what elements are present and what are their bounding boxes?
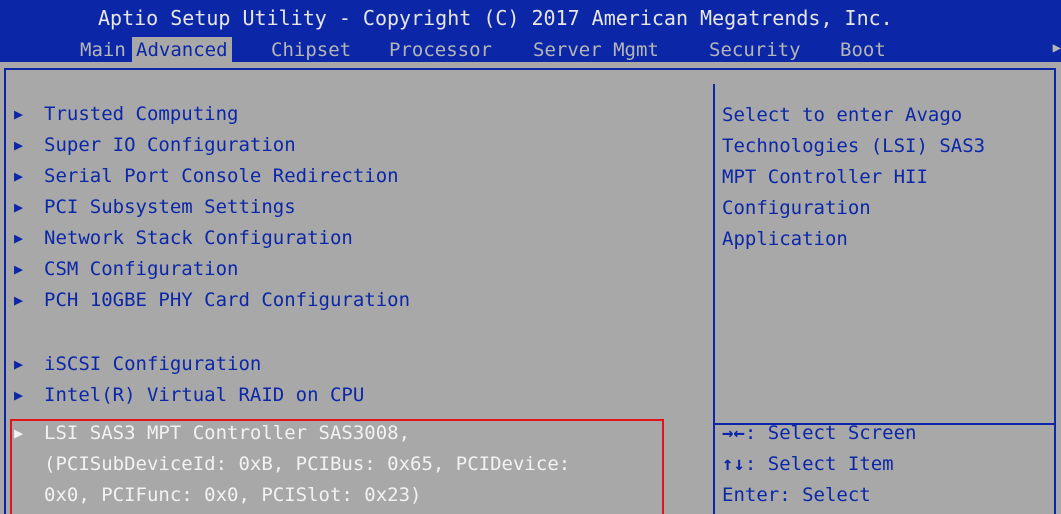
up-down-arrows-icon: ↑↓ <box>722 453 745 475</box>
menu-item-label: Serial Port Console Redirection <box>44 165 399 187</box>
menu-item-label: Trusted Computing <box>44 103 239 125</box>
help-text-line: Technologies (LSI) SAS3 <box>722 135 986 157</box>
tab-bar: Main Advanced Chipset Processor Server M… <box>0 37 1061 63</box>
menu-item-csm[interactable]: ▶ CSM Configuration <box>14 255 238 283</box>
menu-item-pch-10gbe[interactable]: ▶ PCH 10GBE PHY Card Configuration <box>14 286 410 314</box>
key-hint-text: : Select Item <box>744 453 894 475</box>
key-hint-enter: Enter: Select <box>722 480 871 511</box>
help-text-line: Configuration <box>722 197 871 219</box>
submenu-arrow-icon: ▶ <box>14 260 24 278</box>
header-bar: Aptio Setup Utility - Copyright (C) 2017… <box>0 0 1061 63</box>
menu-item-label: Network Stack Configuration <box>44 227 353 249</box>
menu-item-pci-subsystem[interactable]: ▶ PCI Subsystem Settings <box>14 193 296 221</box>
submenu-arrow-icon: ▶ <box>14 291 24 309</box>
key-hint-select-item: ↑↓: Select Item <box>722 449 894 480</box>
menu-item-iscsi[interactable]: ▶ iSCSI Configuration <box>14 350 261 378</box>
menu-item-label: iSCSI Configuration <box>44 353 262 375</box>
tab-advanced[interactable]: Advanced <box>132 37 232 63</box>
menu-item-label: PCI Subsystem Settings <box>44 196 296 218</box>
submenu-arrow-icon: ▶ <box>14 167 24 185</box>
submenu-arrow-icon: ▶ <box>14 424 24 442</box>
selected-item-line-2[interactable]: (PCISubDeviceId: 0xB, PCIBus: 0x65, PCID… <box>44 449 570 480</box>
key-hint-text: : Select Screen <box>744 422 917 444</box>
selected-item-line-1[interactable]: ▶ LSI SAS3 MPT Controller SAS3008, <box>14 418 410 449</box>
help-text-line: MPT Controller HII <box>722 166 928 188</box>
enter-key-label: Enter <box>722 484 780 506</box>
submenu-arrow-icon: ▶ <box>14 105 24 123</box>
tab-main[interactable]: Main <box>76 37 130 63</box>
selected-item-line-3[interactable]: 0x0, PCIFunc: 0x0, PCISlot: 0x23) <box>44 480 422 511</box>
submenu-arrow-icon: ▶ <box>14 355 24 373</box>
left-right-arrows-icon: →← <box>722 422 745 444</box>
menu-item-label: Super IO Configuration <box>44 134 296 156</box>
menu-item-virtual-raid[interactable]: ▶ Intel(R) Virtual RAID on CPU <box>14 381 364 409</box>
tab-boot[interactable]: Boot <box>836 37 890 63</box>
tab-processor[interactable]: Processor <box>385 37 496 63</box>
submenu-arrow-icon: ▶ <box>14 229 24 247</box>
tab-scroll-right-icon: ▶ <box>1052 40 1061 56</box>
menu-item-label: CSM Configuration <box>44 258 239 280</box>
submenu-arrow-icon: ▶ <box>14 136 24 154</box>
app-title: Aptio Setup Utility - Copyright (C) 2017… <box>98 6 893 30</box>
tab-server-mgmt[interactable]: Server Mgmt <box>529 37 663 63</box>
menu-item-trusted-computing[interactable]: ▶ Trusted Computing <box>14 100 238 128</box>
tab-security[interactable]: Security <box>705 37 805 63</box>
panel-divider <box>713 84 715 514</box>
menu-item-super-io[interactable]: ▶ Super IO Configuration <box>14 131 296 159</box>
menu-item-label: PCH 10GBE PHY Card Configuration <box>44 289 411 311</box>
menu-item-label: Intel(R) Virtual RAID on CPU <box>44 384 365 406</box>
help-text-line: Application <box>722 228 848 250</box>
submenu-arrow-icon: ▶ <box>14 198 24 216</box>
key-hint-select-screen: →←: Select Screen <box>722 418 916 449</box>
menu-item-serial-port[interactable]: ▶ Serial Port Console Redirection <box>14 162 399 190</box>
key-hint-text: : Select <box>779 484 871 506</box>
submenu-arrow-icon: ▶ <box>14 386 24 404</box>
selected-item-label: LSI SAS3 MPT Controller SAS3008, <box>44 422 411 444</box>
menu-item-network-stack[interactable]: ▶ Network Stack Configuration <box>14 224 353 252</box>
tab-chipset[interactable]: Chipset <box>267 37 355 63</box>
help-text-line: Select to enter Avago <box>722 104 963 126</box>
